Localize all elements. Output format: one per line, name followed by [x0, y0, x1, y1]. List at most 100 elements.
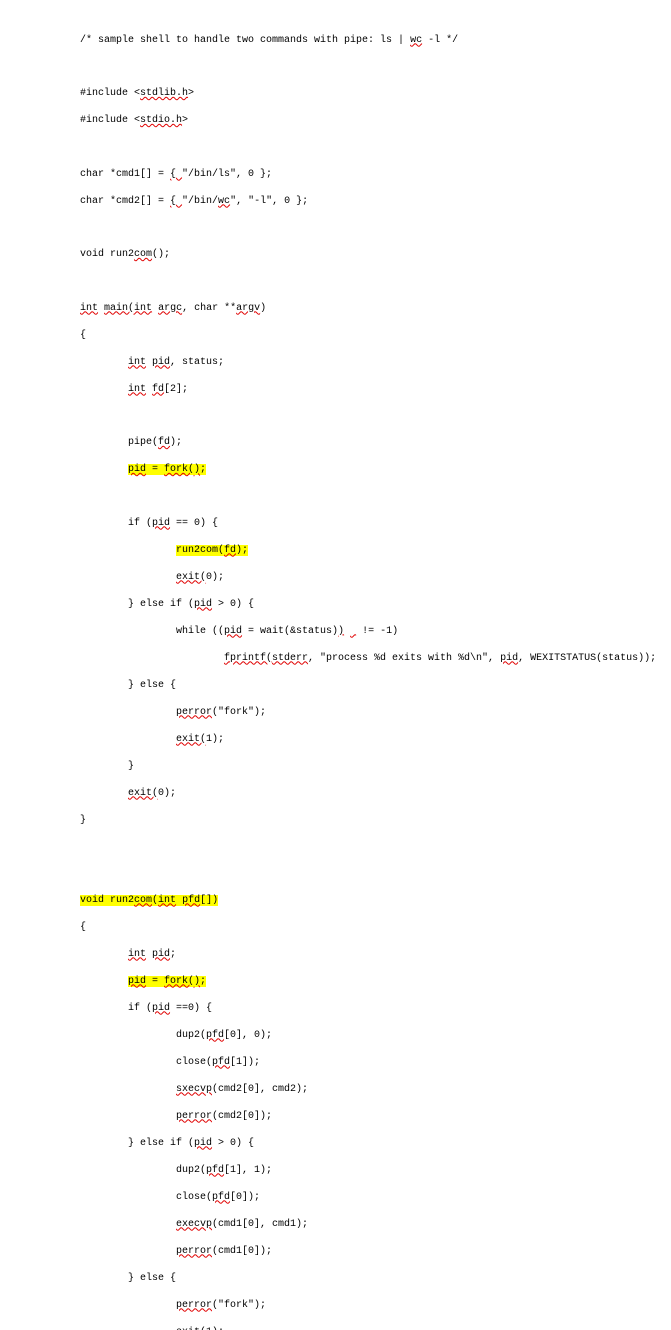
- t: (cmd2[0], cmd2);: [212, 1084, 308, 1095]
- line-while: while ((pid = wait(&status)) != -1): [80, 625, 671, 639]
- pid: pid: [224, 626, 242, 637]
- line-elseif2: } else if (pid > 0) {: [80, 1137, 671, 1151]
- t: [0]);: [230, 1192, 260, 1203]
- t: run2com(: [176, 545, 224, 556]
- t: >: [182, 115, 188, 126]
- line-run2com-call: run2com(fd);: [80, 544, 671, 558]
- t: 0);: [158, 788, 176, 799]
- line-proto: void run2com();: [80, 248, 671, 262]
- line-else2: } else {: [80, 1272, 671, 1286]
- stderr: stderr: [272, 653, 308, 664]
- exit: exit(: [128, 788, 158, 799]
- perror: perror: [176, 707, 212, 718]
- blank: [80, 222, 671, 235]
- line: }: [80, 814, 671, 828]
- pfd: pfd: [206, 1030, 224, 1041]
- t: pipe(: [128, 437, 158, 448]
- line-cmd1: char *cmd1[] = { "/bin/ls", 0 };: [80, 168, 671, 182]
- exit: exit(: [176, 1327, 206, 1330]
- t: "/bin/ls", 0 };: [182, 169, 272, 180]
- execvp: execvp: [176, 1219, 212, 1230]
- com: com: [134, 249, 152, 260]
- int: int: [128, 949, 146, 960]
- line: {: [80, 921, 671, 935]
- pfd: pfd: [212, 1192, 230, 1203]
- t: [2];: [164, 384, 188, 395]
- t: [1]);: [230, 1057, 260, 1068]
- t: (cmd1[0]);: [212, 1246, 272, 1257]
- pid: pid: [152, 357, 170, 368]
- line: }: [80, 760, 671, 774]
- pfd: pfd: [212, 1057, 230, 1068]
- line-else: } else {: [80, 679, 671, 693]
- t: ==0) {: [170, 1003, 212, 1014]
- line-exit0b: exit(0);: [80, 787, 671, 801]
- t: ;: [200, 976, 206, 987]
- fork: fork(): [164, 464, 200, 475]
- pid: pid: [128, 976, 146, 987]
- t: ("fork");: [212, 1300, 266, 1311]
- line-cmd2: char *cmd2[] = { "/bin/wc", "-l", 0 };: [80, 195, 671, 209]
- line-perror-cmd1: perror(cmd1[0]);: [80, 1245, 671, 1259]
- t: -l */: [422, 35, 458, 46]
- line-perror-fork2: perror("fork");: [80, 1299, 671, 1313]
- line-fprintf: fprintf(stderr, "process %d exits with %…: [80, 652, 671, 666]
- t: if (: [128, 1003, 152, 1014]
- stdlib: stdlib.h: [140, 88, 188, 99]
- line-main-sig: int main(int argc, char **argv): [80, 302, 671, 316]
- pid: pid: [152, 518, 170, 529]
- line-include2: #include <stdio.h>: [80, 114, 671, 128]
- pid: pid: [152, 949, 170, 960]
- line-int-pid: int pid;: [80, 948, 671, 962]
- t: > 0) {: [212, 1138, 254, 1149]
- line-dup2b: dup2(pfd[1], 1);: [80, 1164, 671, 1178]
- t: "/bin/: [182, 196, 218, 207]
- sxecvp: sxecvp: [176, 1084, 212, 1095]
- t: = wait(&status): [242, 626, 338, 637]
- line-decl-pid: int pid, status;: [80, 356, 671, 370]
- pid: pid: [194, 1138, 212, 1149]
- t: #include <: [80, 115, 140, 126]
- blank: [80, 61, 671, 74]
- line-dup2a: dup2(pfd[0], 0);: [80, 1029, 671, 1043]
- main: main(int: [104, 303, 152, 314]
- argv: argv: [236, 303, 260, 314]
- line-execvp1: sxecvp(cmd2[0], cmd2);: [80, 1083, 671, 1097]
- wc-word: wc: [410, 35, 422, 46]
- t: [0], 0);: [224, 1030, 272, 1041]
- t: , char **: [182, 303, 236, 314]
- line-elseif: } else if (pid > 0) {: [80, 598, 671, 612]
- line-comment: /* sample shell to handle two commands w…: [80, 34, 671, 48]
- t: != -1): [356, 626, 398, 637]
- t: {: [80, 922, 86, 933]
- t: =: [146, 976, 164, 987]
- t: , "process %d exits with %d\n",: [308, 653, 500, 664]
- t: void run2: [80, 895, 134, 906]
- t: ;: [242, 545, 248, 556]
- t: }: [128, 761, 134, 772]
- t: char *cmd2[] =: [80, 196, 170, 207]
- int: int: [128, 357, 146, 368]
- t: }: [80, 815, 86, 826]
- line-decl-fd: int fd[2];: [80, 383, 671, 397]
- t: ;: [170, 949, 176, 960]
- com: com: [134, 895, 152, 906]
- t: ): [260, 303, 266, 314]
- brace: {: [170, 196, 182, 207]
- t: ();: [152, 249, 170, 260]
- t: 1);: [206, 734, 224, 745]
- t: {: [80, 330, 86, 341]
- t: > 0) {: [212, 599, 254, 610]
- pid: pid: [152, 1003, 170, 1014]
- fd: fd: [224, 545, 236, 556]
- blank: [80, 141, 671, 154]
- t: ("fork");: [212, 707, 266, 718]
- brace: {: [170, 169, 182, 180]
- t: , status;: [170, 357, 224, 368]
- t: ;: [200, 464, 206, 475]
- fd: fd: [152, 384, 164, 395]
- line-pipe: pipe(fd);: [80, 436, 671, 450]
- pfd: pfd: [182, 895, 200, 906]
- line-fork2: pid = fork();: [80, 975, 671, 989]
- line-run2com-def: void run2com(int pfd[]): [80, 894, 671, 908]
